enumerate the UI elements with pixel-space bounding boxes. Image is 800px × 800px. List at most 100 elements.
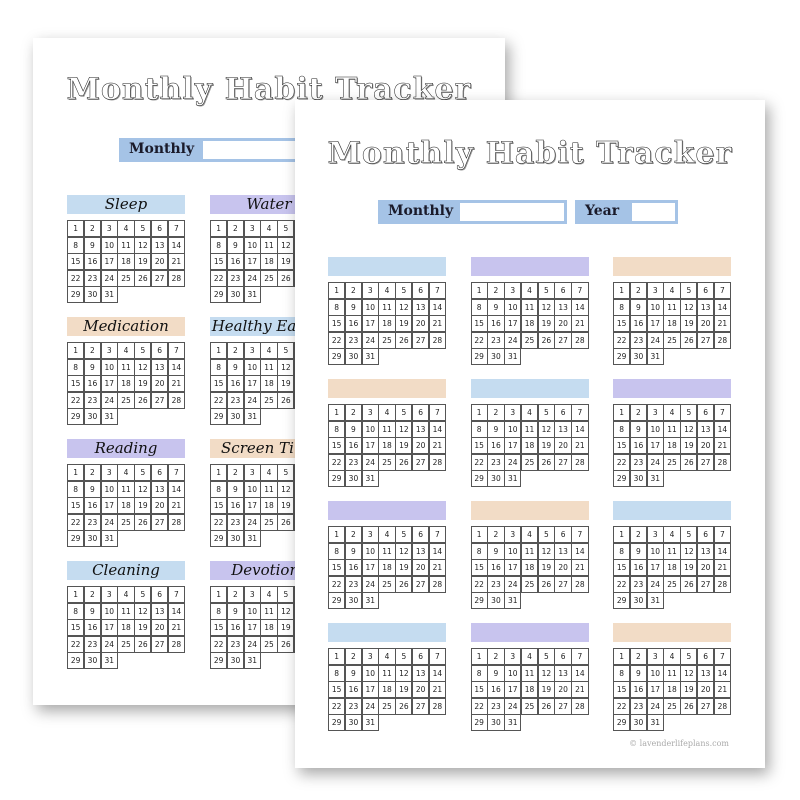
day-cell[interactable]: 5 [395,526,413,543]
day-cell[interactable]: 11 [520,664,539,682]
day-cell[interactable]: 11 [378,664,396,682]
day-cell[interactable]: 29 [470,470,488,487]
day-cell[interactable]: 31 [646,348,664,365]
day-cell[interactable]: 8 [328,542,346,560]
day-cell[interactable]: 8 [470,664,488,682]
day-cell[interactable]: 19 [134,375,152,392]
day-cell[interactable]: 27 [554,697,572,715]
day-cell[interactable]: 5 [277,464,295,481]
day-cell[interactable]: 31 [646,714,664,731]
day-cell[interactable]: 9 [344,664,363,682]
day-cell[interactable]: 20 [554,315,572,332]
day-cell[interactable]: 28 [571,331,589,349]
day-cell[interactable]: 2 [629,526,648,543]
day-cell[interactable]: 10 [646,542,664,560]
day-cell[interactable]: 12 [537,664,555,682]
day-cell[interactable]: 24 [646,453,664,471]
day-cell[interactable]: 30 [487,348,505,365]
day-cell[interactable]: 5 [537,282,555,299]
day-cell[interactable]: 27 [150,269,169,287]
day-cell[interactable]: 26 [537,697,555,715]
day-cell[interactable]: 19 [395,681,413,698]
day-cell[interactable]: 8 [67,358,85,376]
day-cell[interactable]: 6 [696,648,715,665]
day-cell[interactable]: 17 [646,437,664,454]
day-cell[interactable]: 11 [663,298,681,316]
day-cell[interactable]: 3 [100,342,118,359]
day-cell[interactable]: 9 [226,602,245,620]
day-cell[interactable]: 13 [696,664,715,682]
day-cell[interactable]: 9 [344,298,363,316]
day-cell[interactable]: 16 [226,375,245,392]
day-cell[interactable]: 22 [67,513,85,531]
day-cell[interactable]: 12 [395,542,413,560]
day-cell[interactable]: 4 [260,586,278,603]
day-cell[interactable]: 18 [663,559,681,576]
day-cell[interactable]: 27 [554,575,572,593]
day-cell[interactable]: 30 [629,348,648,365]
day-cell[interactable]: 22 [67,269,85,287]
day-cell[interactable]: 28 [428,331,447,349]
day-cell[interactable]: 6 [696,526,715,543]
day-cell[interactable]: 1 [210,586,228,603]
day-cell[interactable]: 1 [67,220,85,237]
day-cell[interactable]: 10 [361,664,379,682]
day-cell[interactable]: 17 [100,497,118,514]
day-cell[interactable]: 1 [67,586,85,603]
day-cell[interactable]: 6 [554,282,572,299]
day-cell[interactable]: 23 [487,575,505,593]
habit-label[interactable] [328,623,446,642]
day-cell[interactable]: 4 [260,220,278,237]
day-cell[interactable]: 26 [680,697,698,715]
day-cell[interactable]: 20 [411,681,430,698]
day-cell[interactable]: 26 [277,269,295,287]
day-cell[interactable]: 5 [680,282,698,299]
day-cell[interactable]: 20 [150,253,169,270]
day-cell[interactable]: 29 [328,348,346,365]
day-cell[interactable]: 29 [210,530,228,547]
day-cell[interactable]: 30 [226,408,245,425]
day-cell[interactable]: 9 [226,358,245,376]
day-cell[interactable]: 19 [680,315,698,332]
day-cell[interactable]: 28 [713,331,732,349]
day-cell[interactable]: 24 [243,269,261,287]
day-cell[interactable]: 3 [361,404,379,421]
day-cell[interactable]: 18 [520,437,539,454]
day-cell[interactable]: 9 [83,480,102,498]
day-cell[interactable]: 1 [613,648,631,665]
day-cell[interactable]: 28 [713,453,732,471]
day-cell[interactable]: 20 [411,559,430,576]
day-cell[interactable]: 9 [629,664,648,682]
day-cell[interactable]: 16 [487,437,505,454]
day-cell[interactable]: 11 [117,236,135,254]
day-cell[interactable]: 22 [210,635,228,653]
day-cell[interactable]: 6 [150,342,169,359]
day-cell[interactable]: 4 [378,526,396,543]
day-cell[interactable]: 18 [117,619,135,636]
day-cell[interactable]: 6 [411,526,430,543]
day-cell[interactable]: 25 [260,391,278,409]
day-cell[interactable]: 14 [167,358,186,376]
day-cell[interactable]: 30 [487,714,505,731]
day-cell[interactable]: 18 [260,375,278,392]
day-cell[interactable]: 17 [504,681,522,698]
day-cell[interactable]: 25 [117,269,135,287]
day-cell[interactable]: 30 [226,530,245,547]
day-cell[interactable]: 6 [411,648,430,665]
day-cell[interactable]: 17 [361,315,379,332]
day-cell[interactable]: 4 [663,648,681,665]
day-cell[interactable]: 24 [504,331,522,349]
day-cell[interactable]: 21 [167,375,186,392]
day-cell[interactable]: 28 [713,575,732,593]
day-cell[interactable]: 22 [613,331,631,349]
day-cell[interactable]: 26 [537,453,555,471]
day-cell[interactable]: 8 [613,420,631,438]
day-cell[interactable]: 8 [210,358,228,376]
day-cell[interactable]: 24 [646,575,664,593]
day-cell[interactable]: 9 [226,480,245,498]
day-cell[interactable]: 15 [613,559,631,576]
day-cell[interactable]: 15 [328,315,346,332]
day-cell[interactable]: 31 [243,408,261,425]
day-cell[interactable]: 3 [646,282,664,299]
day-cell[interactable]: 16 [629,437,648,454]
